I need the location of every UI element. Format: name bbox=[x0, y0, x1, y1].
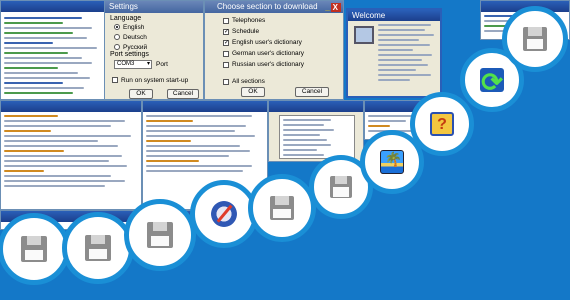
installer-computer-icon bbox=[354, 26, 374, 44]
floppy-disk-icon bbox=[84, 234, 112, 262]
floppy-disk-icon bbox=[146, 221, 174, 249]
close-icon[interactable]: X bbox=[330, 3, 341, 12]
settings-title: Settings bbox=[109, 2, 138, 11]
choose-ok-button[interactable]: OK bbox=[241, 87, 265, 97]
no-entry-spinner-icon bbox=[210, 200, 238, 228]
sync-arrows-icon bbox=[479, 67, 505, 93]
floppy-disk-circle-3[interactable] bbox=[124, 199, 196, 271]
floppy-disk-icon bbox=[269, 195, 295, 221]
minimize-icon[interactable]: _ bbox=[325, 3, 330, 12]
floppy-disk-icon bbox=[523, 27, 547, 51]
help-book-circle[interactable] bbox=[410, 92, 474, 156]
floppy-disk-circle-1[interactable] bbox=[0, 213, 70, 285]
document-title-bar bbox=[1, 1, 105, 12]
help-book-icon bbox=[429, 111, 455, 137]
installer-window: Welcome bbox=[346, 8, 442, 98]
port-select[interactable]: COM3 bbox=[114, 60, 152, 69]
choose-section-title: Choose section to download bbox=[217, 2, 318, 11]
section-english-dictionary-checkbox[interactable]: ✓ English user's dictionary bbox=[223, 37, 304, 48]
settings-title-bar: Settings bbox=[105, 1, 203, 13]
settings-cancel-button[interactable]: Cancel bbox=[167, 89, 199, 99]
screenshot-document-editor bbox=[0, 0, 106, 100]
screenshot-list-window bbox=[268, 100, 364, 162]
section-schedule-checkbox[interactable]: ✓ Schedule bbox=[223, 26, 304, 37]
port-settings-label: Port settings bbox=[110, 51, 149, 58]
language-deutsch-radio[interactable]: Deutsch bbox=[114, 32, 147, 42]
floppy-disk-circle-6[interactable] bbox=[502, 6, 568, 72]
choose-section-title-bar: Choose section to download _ X bbox=[205, 1, 343, 13]
floppy-disk-circle-2[interactable] bbox=[62, 212, 134, 284]
floppy-disk-icon bbox=[20, 235, 48, 263]
language-group-label: Language bbox=[110, 15, 142, 22]
floppy-disk-circle-4[interactable] bbox=[248, 174, 316, 242]
floppy-disk-icon bbox=[329, 175, 353, 199]
section-german-dictionary-checkbox[interactable]: German user's dictionary bbox=[223, 48, 304, 59]
language-english-radio[interactable]: English bbox=[114, 22, 147, 32]
section-telephones-checkbox[interactable]: Telephones bbox=[223, 15, 304, 26]
section-russian-dictionary-checkbox[interactable]: Russian user's dictionary bbox=[223, 59, 304, 70]
installer-title: Welcome bbox=[352, 11, 386, 20]
island-icon bbox=[379, 149, 405, 175]
settings-ok-button[interactable]: OK bbox=[129, 89, 153, 99]
run-on-startup-checkbox[interactable]: Run on system start-up bbox=[112, 75, 188, 85]
choose-section-window: Choose section to download _ X Telephones… bbox=[204, 0, 344, 100]
screenshot-editor-1 bbox=[0, 100, 142, 210]
window-controls: _ X bbox=[325, 2, 341, 13]
settings-window: Settings Language English Deutsch Русски… bbox=[104, 0, 204, 100]
all-sections-checkbox[interactable]: All sections bbox=[223, 76, 304, 87]
choose-cancel-button[interactable]: Cancel bbox=[295, 87, 329, 97]
installer-title-bar: Welcome bbox=[348, 10, 440, 21]
port-label: Port bbox=[156, 61, 168, 68]
